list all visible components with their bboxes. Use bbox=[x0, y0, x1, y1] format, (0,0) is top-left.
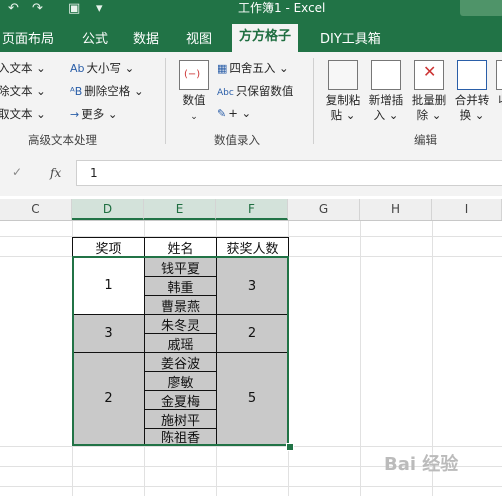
name-cell[interactable]: 戚瑶 bbox=[144, 333, 217, 353]
group-label-text: 高级文本处理 bbox=[28, 133, 97, 147]
tab-data[interactable]: 数据 bbox=[133, 28, 159, 47]
column-header-i[interactable]: I bbox=[432, 199, 502, 220]
grid-line bbox=[0, 486, 502, 487]
name-cell[interactable]: 曹景燕 bbox=[144, 295, 217, 315]
search-box[interactable] bbox=[460, 0, 502, 16]
header-count[interactable]: 获奖人数 bbox=[216, 237, 289, 257]
insert-button[interactable]: 新增插入 ⌄ bbox=[365, 60, 407, 123]
batch-delete-button[interactable]: ✕ 批量删除 ⌄ bbox=[408, 60, 450, 123]
more-button[interactable]: → 更多 ⌄ bbox=[70, 106, 118, 122]
group-separator bbox=[165, 58, 166, 144]
numeric-button[interactable]: (−) 数值 ⌄ bbox=[176, 60, 212, 125]
count-cell[interactable]: 5 bbox=[216, 352, 288, 445]
column-header-d[interactable]: D bbox=[72, 199, 144, 220]
redo-icon[interactable]: ↷ bbox=[32, 1, 43, 16]
grid-icon: ▦ bbox=[217, 62, 228, 75]
grid-line bbox=[0, 446, 502, 447]
column-header-h[interactable]: H bbox=[360, 199, 432, 220]
column-header-f[interactable]: F bbox=[216, 199, 288, 220]
fx-icon[interactable]: fx bbox=[50, 166, 61, 180]
collect-button[interactable]: 收 bbox=[494, 60, 502, 108]
check-icon[interactable]: ✓ bbox=[12, 165, 22, 179]
group-label-numeric: 数值录入 bbox=[214, 133, 260, 147]
award-cell[interactable]: 2 bbox=[72, 352, 145, 445]
round-button[interactable]: ▦ 四舍五入 ⌄ bbox=[217, 60, 289, 76]
title-bar: ↶ ↷ ▣ ▾ 工作簿1 - Excel bbox=[0, 0, 502, 22]
tab-formulas[interactable]: 公式 bbox=[82, 28, 108, 47]
name-cell[interactable]: 陈祖香 bbox=[144, 428, 217, 446]
header-name[interactable]: 姓名 bbox=[144, 237, 217, 257]
insert-text-button[interactable]: 入文本 ⌄ bbox=[0, 60, 46, 76]
column-header-g[interactable]: G bbox=[288, 199, 360, 220]
name-cell[interactable]: 朱冬灵 bbox=[144, 314, 217, 334]
numeric-icon: (−) bbox=[179, 60, 209, 90]
award-cell[interactable]: 3 bbox=[72, 314, 145, 353]
extract-text-button[interactable]: 取文本 ⌄ bbox=[0, 106, 46, 122]
award-cell[interactable]: 1 bbox=[73, 257, 144, 314]
fill-handle[interactable] bbox=[286, 443, 294, 451]
tab-view[interactable]: 视图 bbox=[186, 28, 212, 47]
copy-paste-button[interactable]: 复制粘贴 ⌄ bbox=[322, 60, 364, 123]
edit-icon: ✎ bbox=[217, 107, 227, 120]
ribbon-tabs: 页面布局 公式 数据 视图 方方格子 DIY工具箱 bbox=[0, 22, 502, 52]
count-cell[interactable]: 3 bbox=[216, 257, 288, 315]
formula-bar: ✓ fx 1 bbox=[0, 150, 502, 196]
arrow-right-icon: → bbox=[70, 108, 80, 121]
remove-spaces-button[interactable]: ᴬB 删除空格 ⌄ bbox=[70, 83, 144, 99]
header-award[interactable]: 奖项 bbox=[72, 237, 145, 257]
merge-icon bbox=[457, 60, 487, 90]
count-cell[interactable]: 2 bbox=[216, 314, 288, 353]
chevron-down-icon[interactable]: ▾ bbox=[96, 1, 103, 16]
case-button[interactable]: Ab 大小写 ⌄ bbox=[70, 60, 134, 76]
name-cell[interactable]: 韩重 bbox=[144, 276, 217, 296]
name-cell[interactable]: 廖敏 bbox=[144, 371, 217, 391]
group-separator bbox=[313, 58, 314, 144]
tab-fangfanggezi[interactable]: 方方格子 bbox=[232, 24, 299, 52]
name-cell[interactable]: 施树平 bbox=[144, 409, 217, 429]
undo-icon[interactable]: ↶ bbox=[8, 1, 19, 16]
case-icon: Ab bbox=[70, 62, 85, 75]
merge-convert-button[interactable]: 合并转换 ⌄ bbox=[451, 60, 493, 123]
group-label-edit: 编辑 bbox=[414, 133, 437, 147]
column-header-c[interactable]: C bbox=[0, 199, 72, 220]
grid-line bbox=[288, 221, 289, 496]
tab-diy-toolbox[interactable]: DIY工具箱 bbox=[320, 28, 381, 47]
remove-spaces-icon: ᴬB bbox=[70, 85, 83, 98]
grid-line bbox=[360, 221, 361, 496]
name-cell[interactable]: 金夏梅 bbox=[144, 390, 217, 410]
delete-text-button[interactable]: 除文本 ⌄ bbox=[0, 83, 46, 99]
keep-values-button[interactable]: Abc 只保留数值 bbox=[217, 83, 293, 99]
column-header-e[interactable]: E bbox=[144, 199, 216, 220]
tab-page-layout[interactable]: 页面布局 bbox=[2, 28, 54, 47]
formula-input[interactable] bbox=[76, 160, 502, 186]
formula-value: 1 bbox=[90, 166, 98, 180]
window-title: 工作簿1 - Excel bbox=[238, 1, 326, 15]
watermark: Bai 经验 bbox=[384, 454, 459, 475]
collect-icon bbox=[496, 60, 502, 90]
save-icon[interactable]: ▣ bbox=[68, 1, 80, 16]
delete-grid-icon: ✕ bbox=[414, 60, 444, 90]
ribbon: 入文本 ⌄ 除文本 ⌄ 取文本 ⌄ Ab 大小写 ⌄ ᴬB 删除空格 ⌄ → 更多 ⌄… bbox=[0, 52, 502, 151]
name-cell[interactable]: 钱平夏 bbox=[144, 257, 217, 277]
abc-icon: Abc bbox=[217, 88, 234, 98]
name-cell[interactable]: 姜谷波 bbox=[144, 352, 217, 372]
edit-add-button[interactable]: ✎ + ⌄ bbox=[217, 106, 251, 120]
insert-rows-icon bbox=[371, 60, 401, 90]
clipboard-icon bbox=[328, 60, 358, 90]
column-headers: C D E F G H I bbox=[0, 199, 502, 221]
